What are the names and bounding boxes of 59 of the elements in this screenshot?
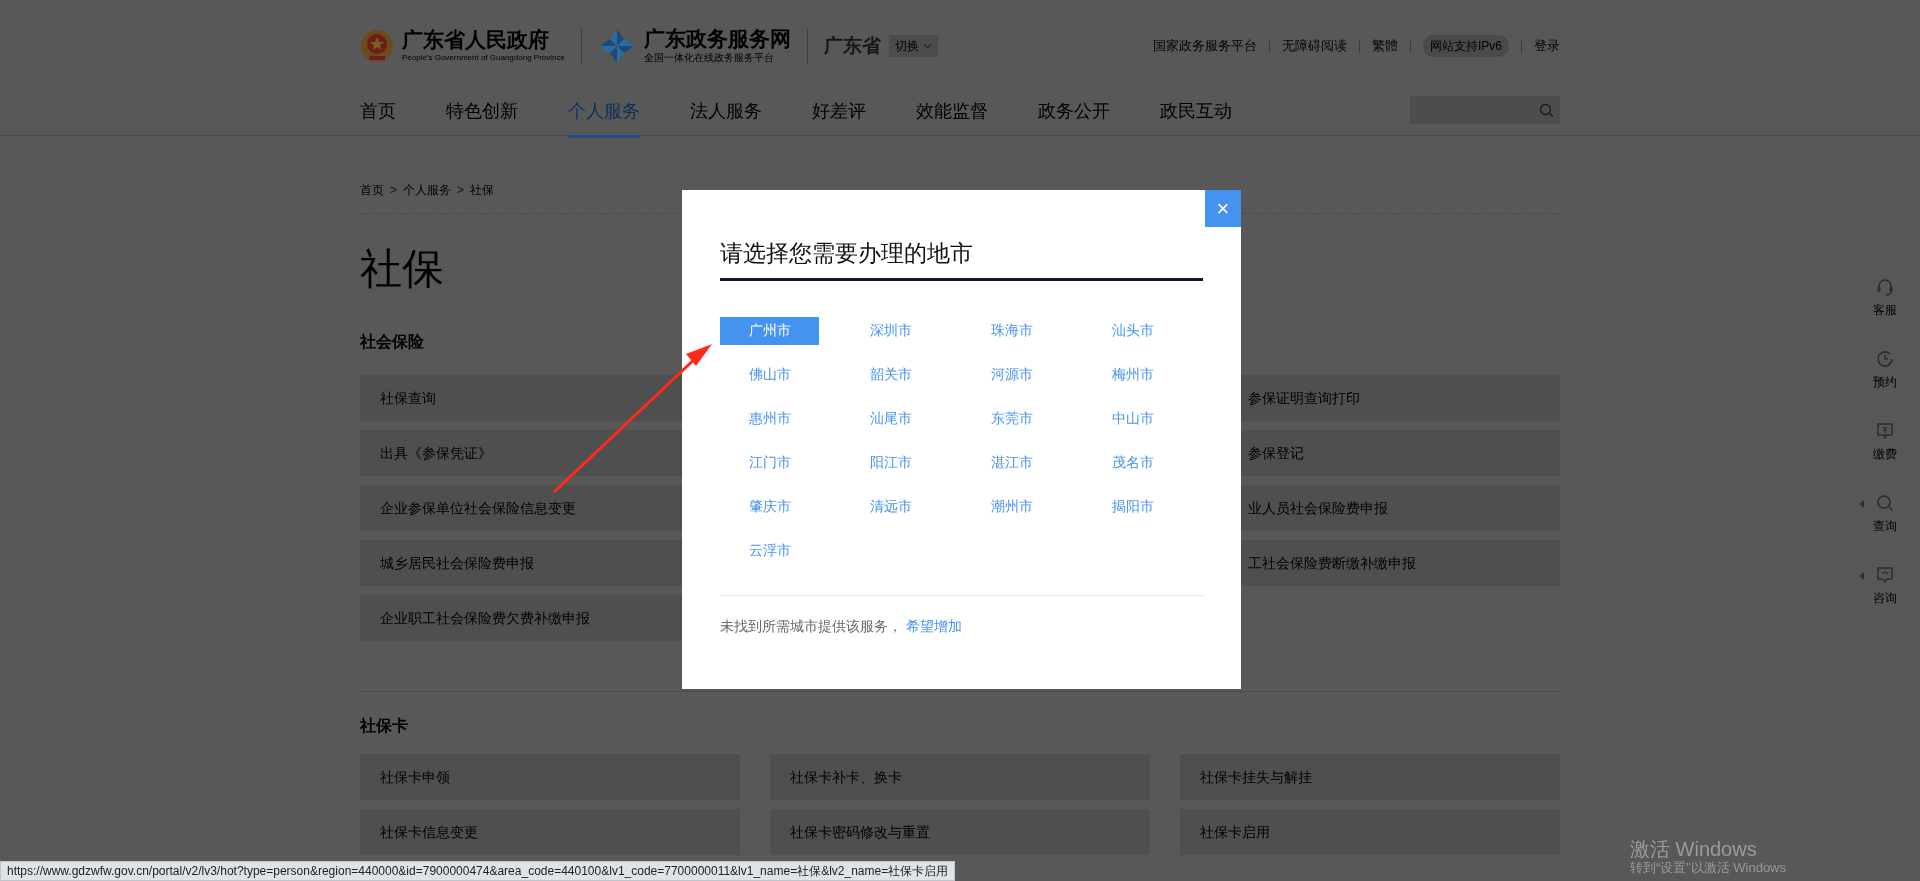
side-toolbar-button[interactable]: 缴费 xyxy=(1850,406,1920,478)
city-option[interactable]: 潮州市 xyxy=(962,492,1061,521)
portal-title[interactable]: 广东政务服务网 xyxy=(643,26,791,51)
activation-notice-title: 激活 Windows xyxy=(1630,838,1758,860)
header-link[interactable]: 繁體 xyxy=(1372,36,1398,56)
header-link[interactable]: 登录 xyxy=(1534,36,1560,56)
activation-notice-text: 转到“设置”以激活 Windows xyxy=(1630,860,1786,876)
header-link[interactable]: 国家政务服务平台 xyxy=(1153,36,1257,56)
site-title[interactable]: 广东省人民政府 xyxy=(402,28,565,52)
add-city-link[interactable]: 希望增加 xyxy=(906,617,962,634)
breadcrumb-link[interactable]: 首页 xyxy=(360,182,384,199)
service-item[interactable]: 社保卡启用 xyxy=(1180,809,1560,855)
nav-tab[interactable]: 首页 xyxy=(360,92,396,138)
city-option[interactable]: 揭阳市 xyxy=(1083,492,1182,521)
side-toolbar-button[interactable]: 咨询 xyxy=(1850,550,1920,622)
nav-tab[interactable]: 法人服务 xyxy=(690,92,762,138)
city-option[interactable]: 中山市 xyxy=(1083,404,1182,433)
service-item[interactable]: 社保卡补卡、换卡 xyxy=(770,754,1150,800)
status-bar-url: https://www.gdzwfw.gov.cn/portal/v2/lv3/hot?type=person&region=440000&id=7900000474&area_code=440100&lv1_code=7700000011&lv1_name=社保&lv2_name=社保卡启用 xyxy=(0,861,956,881)
page-title: 社保 xyxy=(360,244,444,294)
city-option[interactable]: 汕尾市 xyxy=(841,404,940,433)
city-option[interactable]: 韶关市 xyxy=(841,360,940,389)
close-button[interactable]: × xyxy=(1205,190,1241,227)
city-option[interactable]: 河源市 xyxy=(962,360,1061,389)
service-item[interactable]: 社保卡密码修改与重置 xyxy=(770,809,1150,855)
city-option[interactable]: 深圳市 xyxy=(841,316,940,345)
side-toolbar-button[interactable]: 客服 xyxy=(1850,262,1920,334)
city-option[interactable]: 东莞市 xyxy=(962,404,1061,433)
side-toolbar-button[interactable]: 预约 xyxy=(1850,334,1920,406)
service-item[interactable]: 社保卡信息变更 xyxy=(360,809,740,855)
region-label: 广东省 xyxy=(823,33,881,58)
city-option[interactable]: 广州市 xyxy=(720,316,819,345)
nav-tab[interactable]: 政民互动 xyxy=(1160,92,1232,138)
service-item[interactable]: 社保卡申领 xyxy=(360,754,740,800)
section-title: 社会保险 xyxy=(360,332,424,352)
ipv6-badge[interactable]: 网站支持IPv6 xyxy=(1423,35,1509,57)
nav-tab[interactable]: 特色创新 xyxy=(446,92,518,138)
site-subtitle: People's Government of Guangdong Province xyxy=(402,51,565,64)
side-toolbar-button[interactable]: 查询 xyxy=(1850,478,1920,550)
nav-tab[interactable]: 效能监督 xyxy=(916,92,988,138)
city-option[interactable]: 湛江市 xyxy=(962,448,1061,477)
breadcrumb-link[interactable]: 个人服务 xyxy=(403,182,451,199)
nav-tab[interactable]: 好差评 xyxy=(812,92,866,138)
dialog-title: 请选择您需要办理的地市 xyxy=(720,240,1203,281)
header-link[interactable]: 无障碍阅读 xyxy=(1282,36,1347,56)
city-option[interactable]: 珠海市 xyxy=(962,316,1061,345)
nav-tab[interactable]: 政务公开 xyxy=(1038,92,1110,138)
breadcrumb-separator: > xyxy=(457,182,465,199)
city-option[interactable]: 梅州市 xyxy=(1083,360,1182,389)
region-switch-button[interactable]: 切换 xyxy=(888,35,938,57)
nav-tab[interactable]: 个人服务 xyxy=(568,92,640,138)
section-title: 社保卡 xyxy=(360,716,408,736)
city-option[interactable]: 茂名市 xyxy=(1083,448,1182,477)
city-option[interactable]: 清远市 xyxy=(841,492,940,521)
breadcrumb-link[interactable]: 社保 xyxy=(470,182,495,199)
breadcrumb-separator: > xyxy=(390,182,397,199)
service-item[interactable]: 社保卡挂失与解挂 xyxy=(1180,754,1560,800)
city-option[interactable]: 汕头市 xyxy=(1083,316,1182,345)
city-option[interactable]: 阳江市 xyxy=(841,448,940,477)
